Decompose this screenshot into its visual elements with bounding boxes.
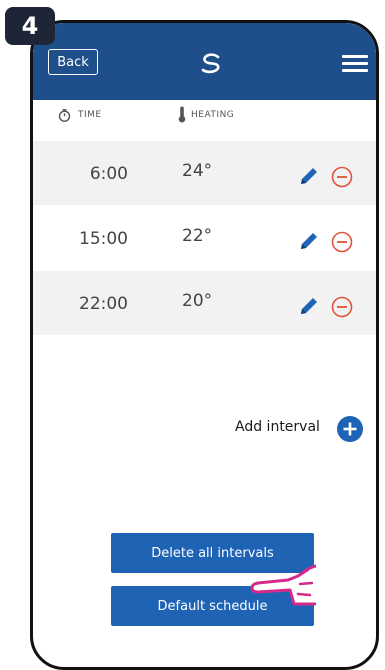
remove-circle-icon[interactable] <box>331 296 353 318</box>
add-circle-icon[interactable] <box>337 416 363 442</box>
interval-temperature: 24° <box>182 161 213 181</box>
time-column-label: TIME <box>78 110 102 120</box>
interval-row: 22:00 20° <box>33 271 376 335</box>
remove-circle-icon[interactable] <box>331 166 353 188</box>
interval-row: 6:00 24° <box>33 141 376 205</box>
timer-icon <box>58 109 71 122</box>
interval-row: 15:00 22° <box>33 206 376 270</box>
thermometer-icon <box>178 106 186 123</box>
hamburger-menu-icon[interactable] <box>342 55 368 73</box>
add-interval-label[interactable]: Add interval <box>235 419 320 435</box>
interval-temperature: 20° <box>182 291 213 311</box>
pencil-edit-icon[interactable] <box>298 295 320 317</box>
remove-circle-icon[interactable] <box>331 231 353 253</box>
interval-time: 22:00 <box>79 294 128 314</box>
app-header: Back <box>33 23 376 100</box>
back-button[interactable]: Back <box>48 49 98 75</box>
pencil-edit-icon[interactable] <box>298 165 320 187</box>
heating-column-label: HEATING <box>191 110 235 120</box>
interval-temperature: 22° <box>182 226 213 246</box>
phone-frame: Back TIME HEATING 6:00 24° 15:00 22° 22:… <box>30 20 379 670</box>
pencil-edit-icon[interactable] <box>298 230 320 252</box>
pointing-hand-icon <box>250 564 316 606</box>
logo-icon <box>201 53 220 74</box>
column-headers: TIME HEATING <box>33 106 376 126</box>
interval-time: 15:00 <box>79 229 128 249</box>
interval-time: 6:00 <box>89 164 128 184</box>
step-number-badge: 4 <box>5 7 55 45</box>
